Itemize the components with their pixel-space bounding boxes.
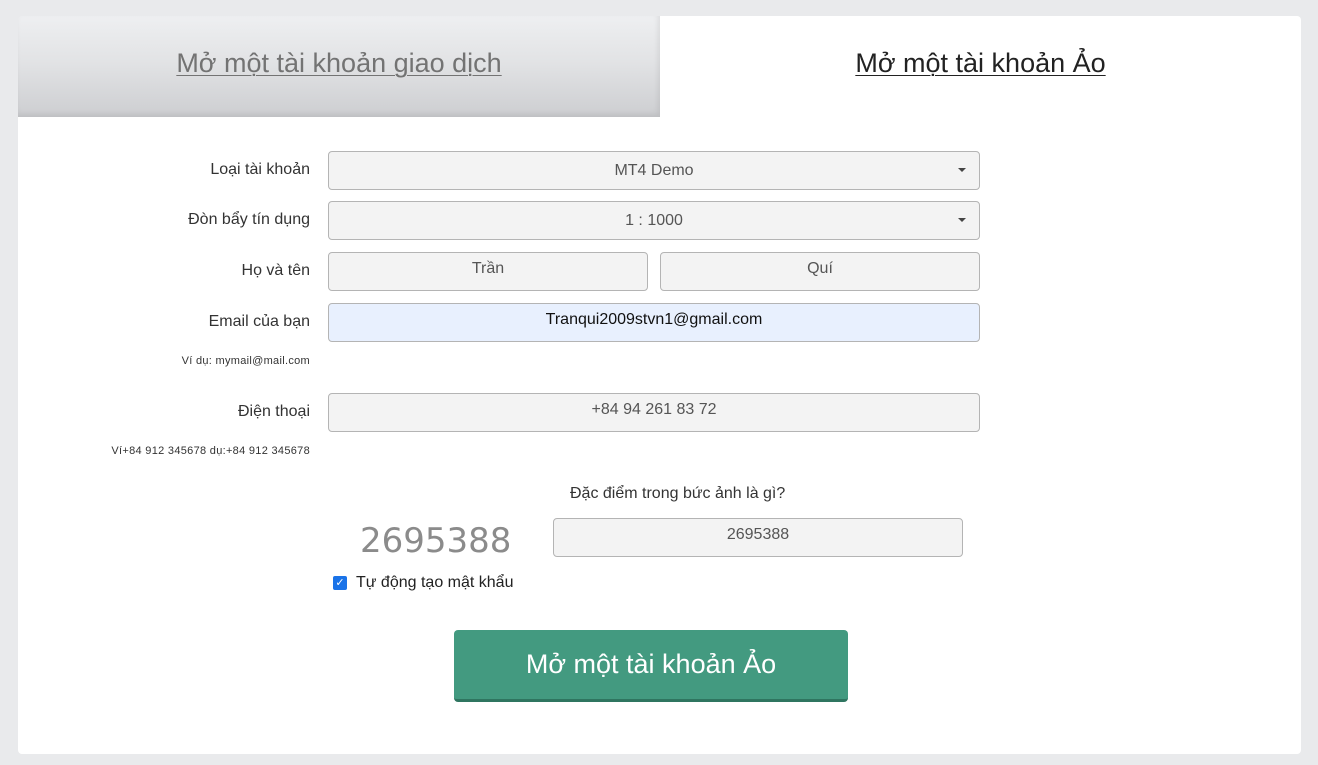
name-label-wrap: Họ và tên — [18, 252, 310, 292]
tab-open-demo-account-label: Mở một tài khoản Ảo — [855, 48, 1106, 78]
captcha-image-text: 2695388 — [360, 521, 512, 561]
captcha-question: Đặc điểm trong bức ảnh là gì? — [570, 485, 786, 502]
email-hint: Ví dụ: mymail@mail.com — [181, 355, 310, 367]
tab-open-trading-account[interactable]: Mở một tài khoản giao dịch — [18, 16, 660, 117]
leverage-value: 1 : 1000 — [625, 211, 683, 229]
last-name-input[interactable]: Quí — [660, 252, 980, 291]
captcha-image: 2695388 — [360, 521, 512, 561]
submit-label: Mở một tài khoản Ảo — [525, 649, 777, 679]
phone-label: Điện thoại — [237, 403, 310, 420]
tab-open-trading-account-label: Mở một tài khoản giao dịch — [176, 48, 502, 78]
phone-value: +84 94 261 83 72 — [591, 401, 717, 418]
account-type-select[interactable]: MT4 Demo — [328, 151, 980, 190]
registration-form: Loại tài khoản MT4 Demo Đòn bẩy tín dụng… — [18, 117, 1301, 754]
phone-hint: Ví+84 912 345678 dụ:+84 912 345678 — [111, 445, 310, 457]
phone-input[interactable]: +84 94 261 83 72 — [328, 393, 980, 432]
first-name-value: Trần — [471, 260, 505, 277]
phone-label-wrap: Điện thoại — [18, 393, 310, 433]
auto-password-checkbox[interactable]: ✓ — [333, 576, 347, 590]
chevron-down-icon — [958, 168, 966, 172]
email-field[interactable]: Tranqui2009stvn1@gmail.com — [328, 303, 980, 342]
tab-open-demo-account[interactable]: Mở một tài khoản Ảo — [660, 16, 1301, 117]
chevron-down-icon — [958, 218, 966, 222]
name-label: Họ và tên — [241, 262, 310, 279]
account-type-label-wrap: Loại tài khoản — [18, 151, 310, 191]
leverage-label-wrap: Đòn bẩy tín dụng — [18, 201, 310, 241]
account-type-label: Loại tài khoản — [210, 161, 310, 178]
captcha-answer: 2695388 — [726, 526, 790, 543]
last-name-value: Quí — [807, 260, 833, 277]
captcha-input[interactable]: 2695388 — [553, 518, 963, 557]
email-label: Email của bạn — [208, 313, 310, 330]
first-name-input[interactable]: Trần — [328, 252, 648, 291]
open-demo-account-button[interactable]: Mở một tài khoản Ảo — [454, 630, 848, 702]
email-value: Tranqui2009stvn1@gmail.com — [545, 311, 763, 328]
leverage-label: Đòn bẩy tín dụng — [188, 211, 310, 228]
auto-password-label[interactable]: Tự động tạo mật khẩu — [356, 574, 513, 592]
email-label-wrap: Email của bạn — [18, 303, 310, 343]
account-type-value: MT4 Demo — [614, 161, 694, 179]
leverage-select[interactable]: 1 : 1000 — [328, 201, 980, 240]
